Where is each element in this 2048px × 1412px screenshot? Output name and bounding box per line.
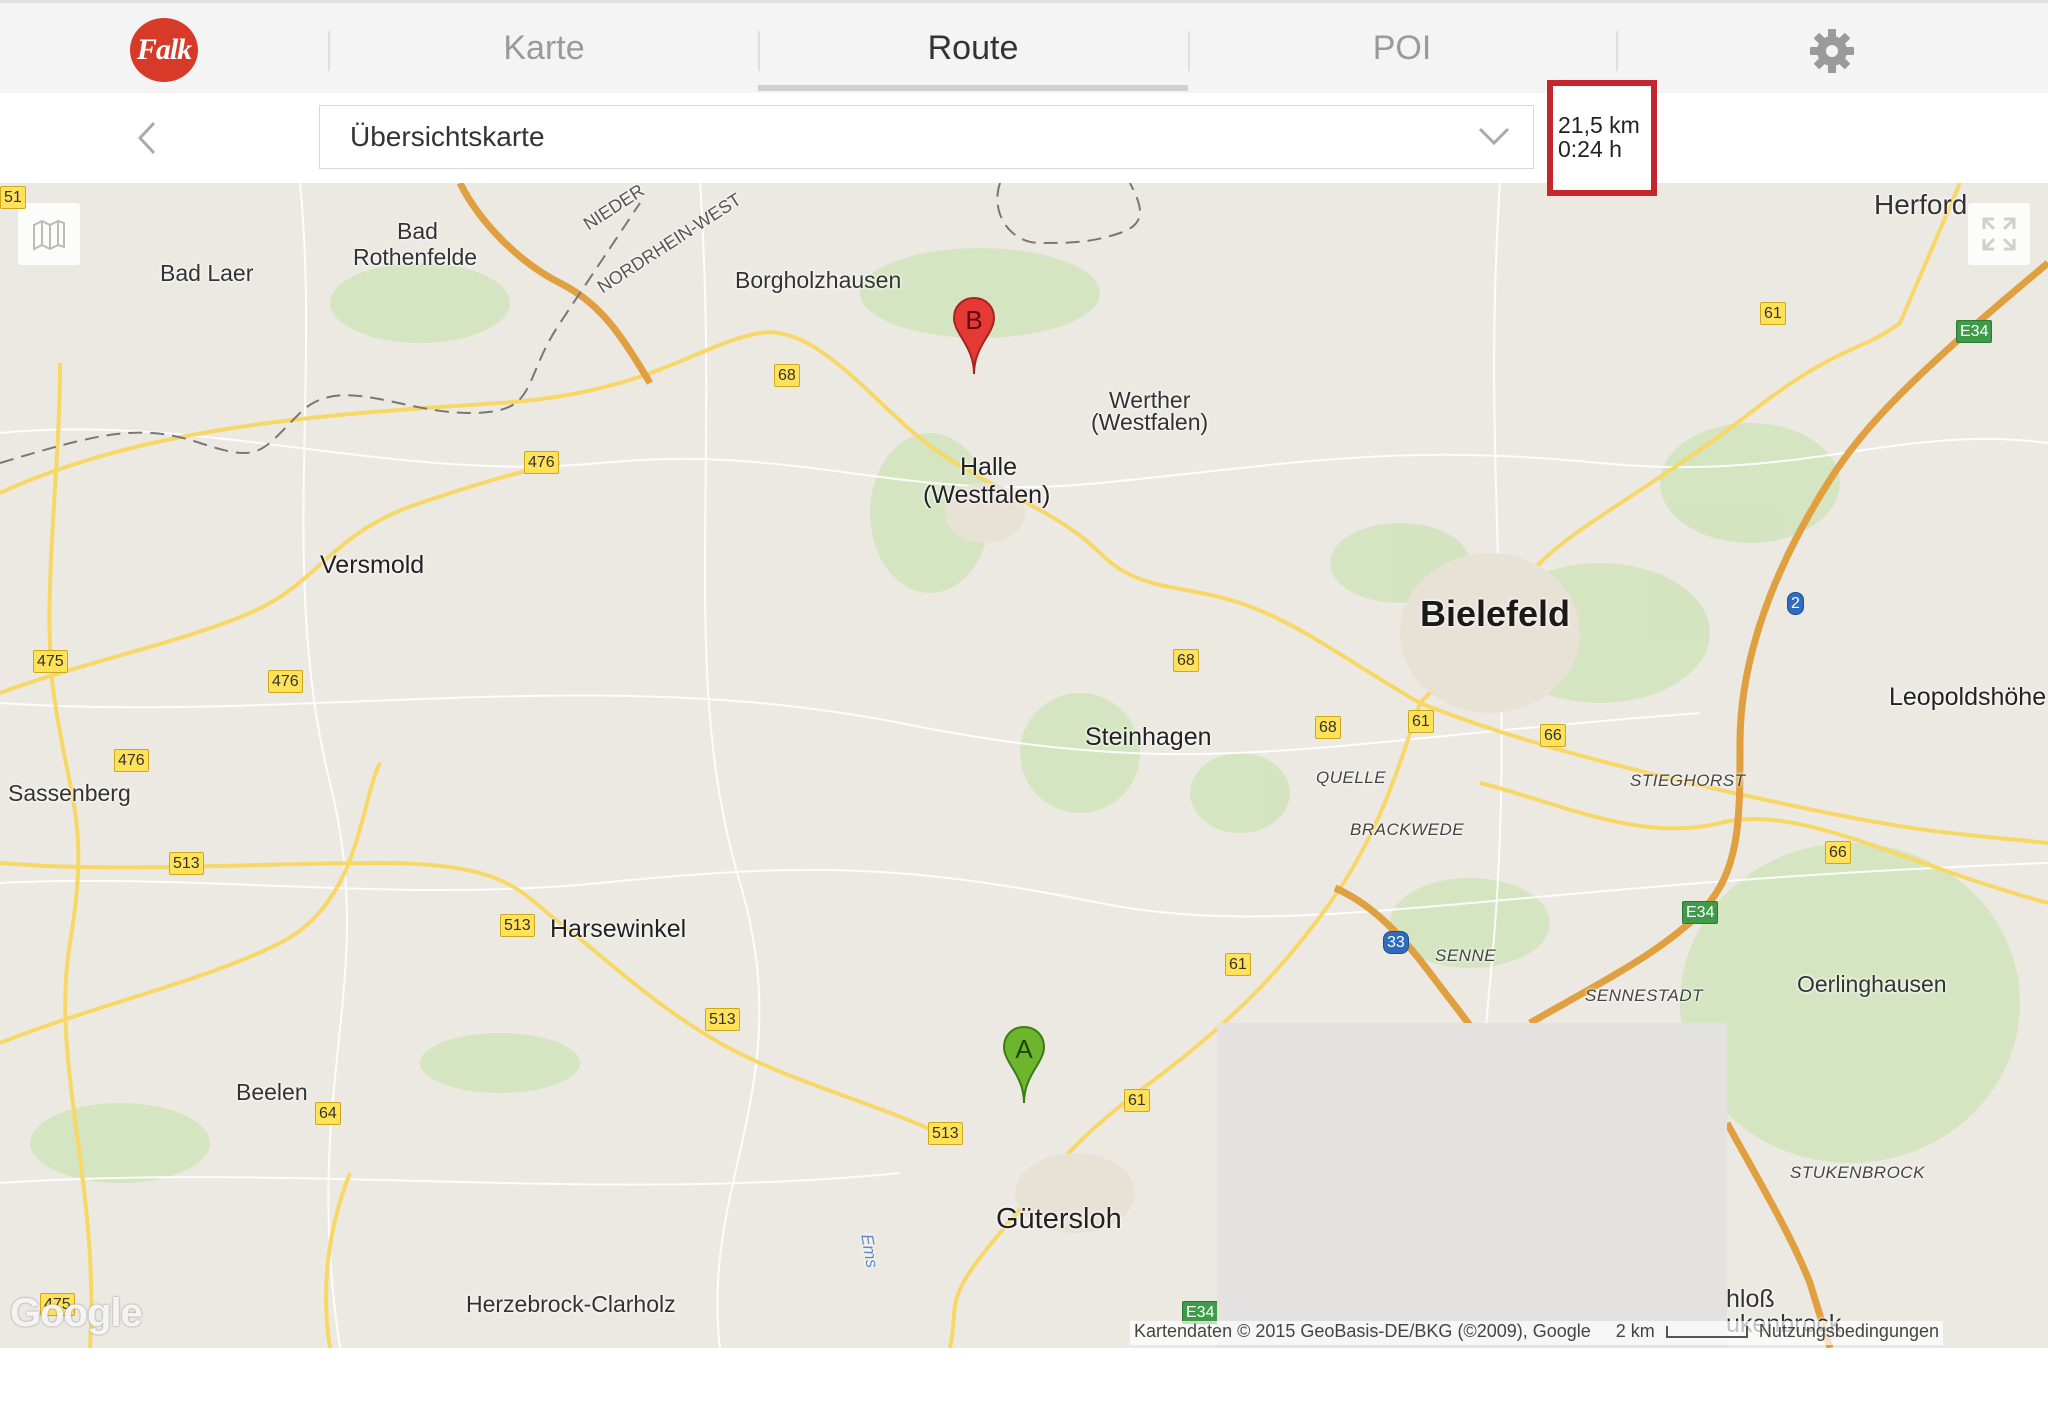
scale-label: 2 km xyxy=(1615,1321,1655,1341)
place-label: Herford xyxy=(1874,189,1968,220)
road-shield: 66 xyxy=(1825,841,1851,864)
attribution-text: Kartendaten © 2015 GeoBasis-DE/BKG (©200… xyxy=(1134,1321,1591,1341)
tab-separator xyxy=(1616,31,1618,71)
road-shield: 68 xyxy=(774,364,800,387)
road-shield: 66 xyxy=(1540,724,1566,747)
place-label: Oerlinghausen xyxy=(1797,971,1947,997)
place-label: Halle xyxy=(960,453,1017,481)
road-shield: 476 xyxy=(114,749,149,772)
map-view-select-value: Übersichtskarte xyxy=(350,121,545,152)
road-shield: 61 xyxy=(1124,1089,1150,1112)
road-shield-motorway: 33 xyxy=(1383,931,1409,954)
chevron-down-icon xyxy=(1478,127,1510,146)
road-shield: 513 xyxy=(500,914,535,937)
tab-route[interactable]: Route xyxy=(758,3,1188,93)
route-toolbar: Übersichtskarte xyxy=(0,93,2048,184)
map-view[interactable]: Herford Bad Rothenfelde Bad Laer Borghol… xyxy=(0,183,2048,1348)
road-shield: 68 xyxy=(1315,716,1341,739)
app: Falk Karte Route POI Übersichtskarte 21,… xyxy=(0,0,2048,1412)
route-summary: 21,5 km 0:24 h xyxy=(1547,80,1657,196)
route-distance: 21,5 km xyxy=(1558,112,1640,138)
road-shield: 513 xyxy=(928,1122,963,1145)
road-shield: 475 xyxy=(33,650,68,673)
place-label: Rothenfelde xyxy=(353,244,478,270)
road-shield: 476 xyxy=(524,451,559,474)
road-shield: 64 xyxy=(315,1102,341,1125)
place-label: Bielefeld xyxy=(1420,593,1571,634)
road-shield-european: E34 xyxy=(1956,320,1993,343)
district-label: SENNESTADT xyxy=(1585,986,1704,1005)
place-label: Versmold xyxy=(320,551,425,579)
road-shield-european: E34 xyxy=(1682,901,1719,924)
place-label: Steinhagen xyxy=(1085,723,1212,751)
route-end-marker[interactable]: B xyxy=(951,296,997,376)
map-view-select[interactable]: Übersichtskarte xyxy=(319,105,1534,169)
road-shield: 61 xyxy=(1225,953,1251,976)
map-layers-button[interactable] xyxy=(18,203,80,265)
place-label: Beelen xyxy=(236,1079,308,1105)
road-shield: 513 xyxy=(169,852,204,875)
scale-bar xyxy=(1665,1326,1748,1339)
place-label: (Westfalen) xyxy=(1091,409,1209,435)
place-label: Sassenberg xyxy=(8,780,131,806)
route-time: 0:24 h xyxy=(1558,136,1622,162)
road-shield-motorway: 2 xyxy=(1787,592,1804,615)
place-label: Bad xyxy=(397,218,438,244)
place-label: Borgholzhausen xyxy=(735,267,902,293)
place-label: Harsewinkel xyxy=(550,915,687,943)
road-shield: 68 xyxy=(1173,649,1199,672)
map-icon xyxy=(33,219,65,251)
district-label: SENNE xyxy=(1435,946,1497,965)
place-label: Herzebrock-Clarholz xyxy=(466,1291,676,1317)
place-label: Leopoldshöhe xyxy=(1889,683,2047,711)
tab-bar: Falk Karte Route POI xyxy=(0,0,2048,93)
google-logo: Google xyxy=(10,1291,143,1335)
district-label: STIEGHORST xyxy=(1630,771,1746,790)
map-canvas xyxy=(0,183,2048,1348)
chevron-left-icon[interactable] xyxy=(132,119,162,157)
route-start-marker[interactable]: A xyxy=(1001,1025,1047,1105)
road-shield: 51 xyxy=(0,186,26,209)
fullscreen-icon xyxy=(1982,217,2016,251)
route-end-label: B xyxy=(965,305,982,335)
falk-logo: Falk xyxy=(130,18,198,82)
place-label: (Westfalen) xyxy=(923,481,1051,509)
road-shield: 476 xyxy=(268,670,303,693)
fullscreen-button[interactable] xyxy=(1968,203,2030,265)
road-shield: 513 xyxy=(705,1008,740,1031)
terms-link[interactable]: Nutzungsbedingungen xyxy=(1759,1321,1939,1341)
tab-karte[interactable]: Karte xyxy=(330,3,758,93)
district-label: BRACKWEDE xyxy=(1350,820,1465,839)
place-label: Bad Laer xyxy=(160,260,254,286)
map-overlay-placeholder xyxy=(1217,1023,1727,1348)
district-label: QUELLE xyxy=(1316,768,1387,787)
map-attribution: Kartendaten © 2015 GeoBasis-DE/BKG (©200… xyxy=(1130,1321,1943,1345)
route-start-label: A xyxy=(1015,1034,1033,1064)
district-label: STUKENBROCK xyxy=(1790,1163,1925,1182)
road-shield: 61 xyxy=(1408,710,1434,733)
gear-icon[interactable] xyxy=(1808,27,1856,75)
place-label: Gütersloh xyxy=(996,1203,1122,1235)
road-shield: 61 xyxy=(1760,302,1786,325)
